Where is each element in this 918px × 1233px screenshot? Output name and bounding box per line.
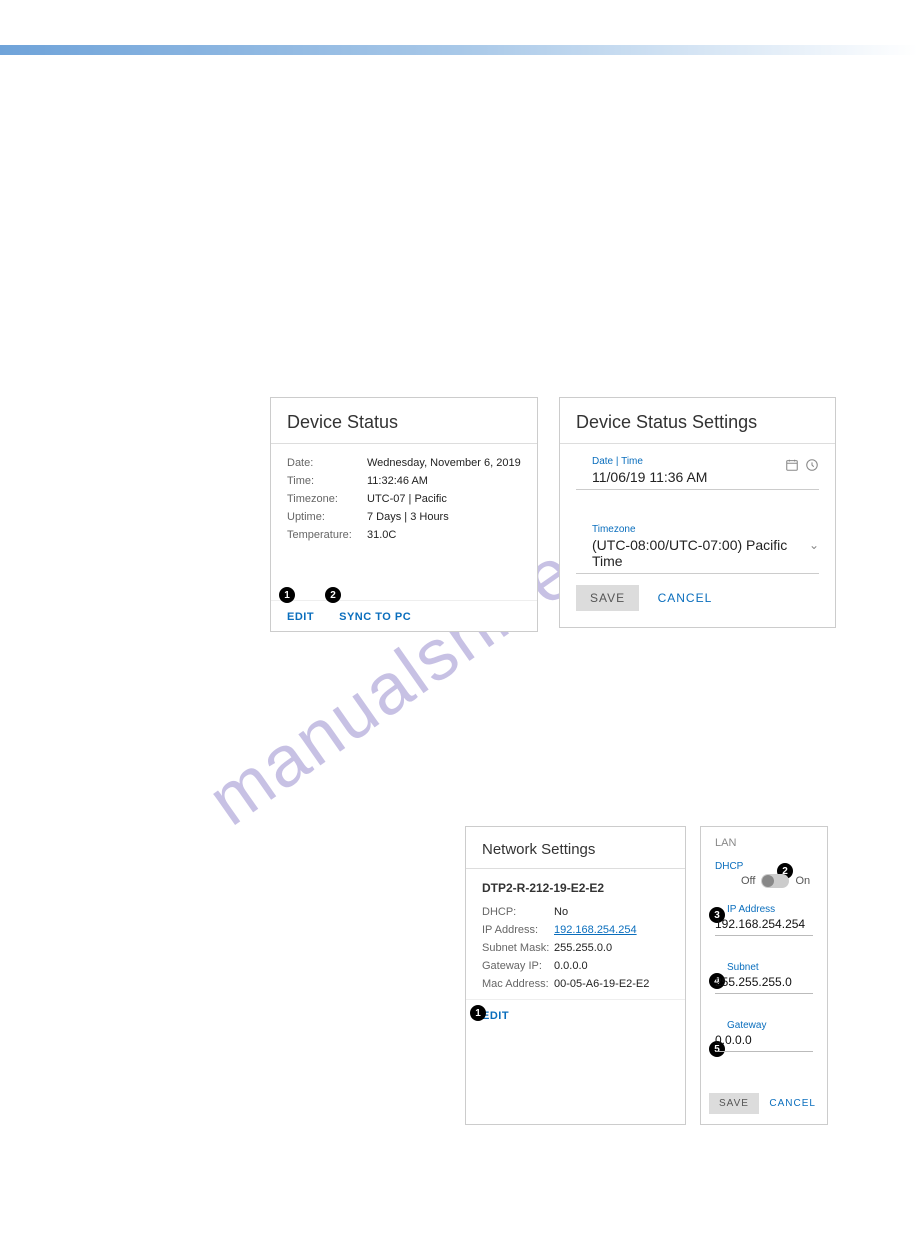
lan-ip-label: IP Address [715,904,813,915]
dhcp-toggle-row: Off On [701,872,827,898]
lan-gateway-input[interactable]: 0.0.0.0 [715,1031,813,1052]
value-uptime: 7 Days | 3 Hours [367,511,449,523]
callout-1: 1 [279,587,295,603]
row-time: Time: 11:32:46 AM [271,472,537,490]
row-mac: Mac Address: 00-05-A6-19-E2-E2 [466,975,685,993]
value-ip[interactable]: 192.168.254.254 [554,924,637,936]
network-settings-title: Network Settings [466,827,685,869]
label-uptime: Uptime: [287,511,367,523]
value-dhcp: No [554,906,568,918]
row-temperature: Temperature: 31.0C [271,526,537,544]
device-status-settings-title: Device Status Settings [560,398,835,444]
lan-subnet-label: Subnet [715,962,813,973]
network-edit-button[interactable]: EDIT [482,1010,509,1022]
datetime-value: 11/06/19 11:36 AM [592,469,803,485]
timezone-label: Timezone [592,524,803,535]
datetime-field[interactable]: Date | Time 11/06/19 11:36 AM [576,444,819,490]
dhcp-off-label: Off [741,875,755,887]
label-mac: Mac Address: [482,978,554,990]
label-time: Time: [287,475,367,487]
datetime-label: Date | Time [592,456,803,467]
lan-panel: LAN DHCP 2 Off On 3 IP Address 192.168.2… [700,826,828,1125]
row-timezone: Timezone: UTC-07 | Pacific [271,490,537,508]
lan-gateway-label: Gateway [715,1020,813,1031]
value-timezone: UTC-07 | Pacific [367,493,447,505]
value-mac: 00-05-A6-19-E2-E2 [554,978,649,990]
row-uptime: Uptime: 7 Days | 3 Hours [271,508,537,526]
label-gateway: Gateway IP: [482,960,554,972]
row-gateway: Gateway IP: 0.0.0.0 [466,957,685,975]
dhcp-on-label: On [795,875,810,887]
value-date: Wednesday, November 6, 2019 [367,457,521,469]
dhcp-toggle[interactable] [761,874,789,888]
network-settings-panel: Network Settings DTP2-R-212-19-E2-E2 DHC… [465,826,686,1125]
label-temperature: Temperature: [287,529,367,541]
cancel-button[interactable]: CANCEL [658,591,713,605]
value-temperature: 31.0C [367,529,396,541]
device-name: DTP2-R-212-19-E2-E2 [466,869,685,901]
lan-subnet-input[interactable]: 255.255.255.0 [715,973,813,994]
edit-button[interactable]: EDIT [287,611,314,623]
row-ip: IP Address: 192.168.254.254 [466,921,685,939]
lan-save-button[interactable]: SAVE [709,1093,759,1114]
timezone-value: (UTC-08:00/UTC-07:00) Pacific Time [592,537,803,569]
row-dhcp: DHCP: No [466,903,685,921]
label-subnet: Subnet Mask: [482,942,554,954]
row-subnet: Subnet Mask: 255.255.0.0 [466,939,685,957]
label-date: Date: [287,457,367,469]
row-date: Date: Wednesday, November 6, 2019 [271,454,537,472]
chevron-down-icon[interactable]: ⌄ [809,538,819,552]
label-dhcp: DHCP: [482,906,554,918]
sync-to-pc-button[interactable]: SYNC TO PC [339,611,411,623]
device-status-settings-panel: Device Status Settings Date | Time 11/06… [559,397,836,628]
timezone-field[interactable]: Timezone (UTC-08:00/UTC-07:00) Pacific T… [576,512,819,574]
label-ip: IP Address: [482,924,554,936]
value-subnet: 255.255.0.0 [554,942,612,954]
label-timezone: Timezone: [287,493,367,505]
device-status-panel: Device Status Date: Wednesday, November … [270,397,538,632]
header-gradient-bar [0,45,918,55]
callout-net-1: 1 [470,1005,486,1021]
lan-ip-input[interactable]: 192.168.254.254 [715,915,813,936]
dhcp-label: DHCP [715,861,813,872]
save-button[interactable]: SAVE [576,585,639,611]
device-status-title: Device Status [271,398,537,444]
clock-icon[interactable] [805,458,819,472]
value-gateway: 0.0.0.0 [554,960,588,972]
calendar-icon[interactable] [785,458,799,472]
lan-cancel-button[interactable]: CANCEL [769,1098,816,1109]
lan-title: LAN [701,827,827,855]
callout-2: 2 [325,587,341,603]
value-time: 11:32:46 AM [367,475,428,487]
